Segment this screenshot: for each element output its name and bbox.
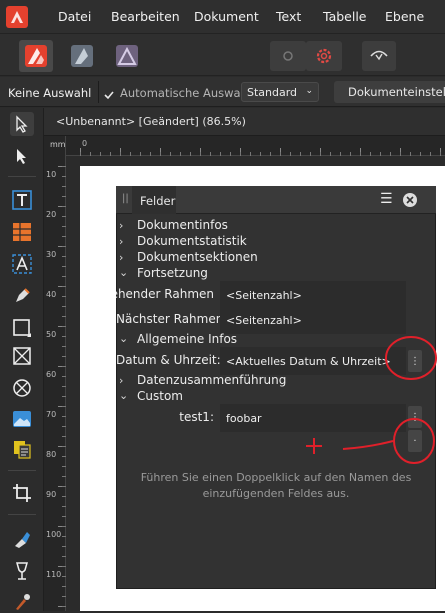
annotation-circle — [393, 418, 435, 464]
red-annotation-overlay — [306, 336, 437, 464]
annotation-plus — [306, 438, 322, 454]
annotation-circle — [385, 336, 437, 380]
annotation-arrow — [342, 440, 394, 450]
